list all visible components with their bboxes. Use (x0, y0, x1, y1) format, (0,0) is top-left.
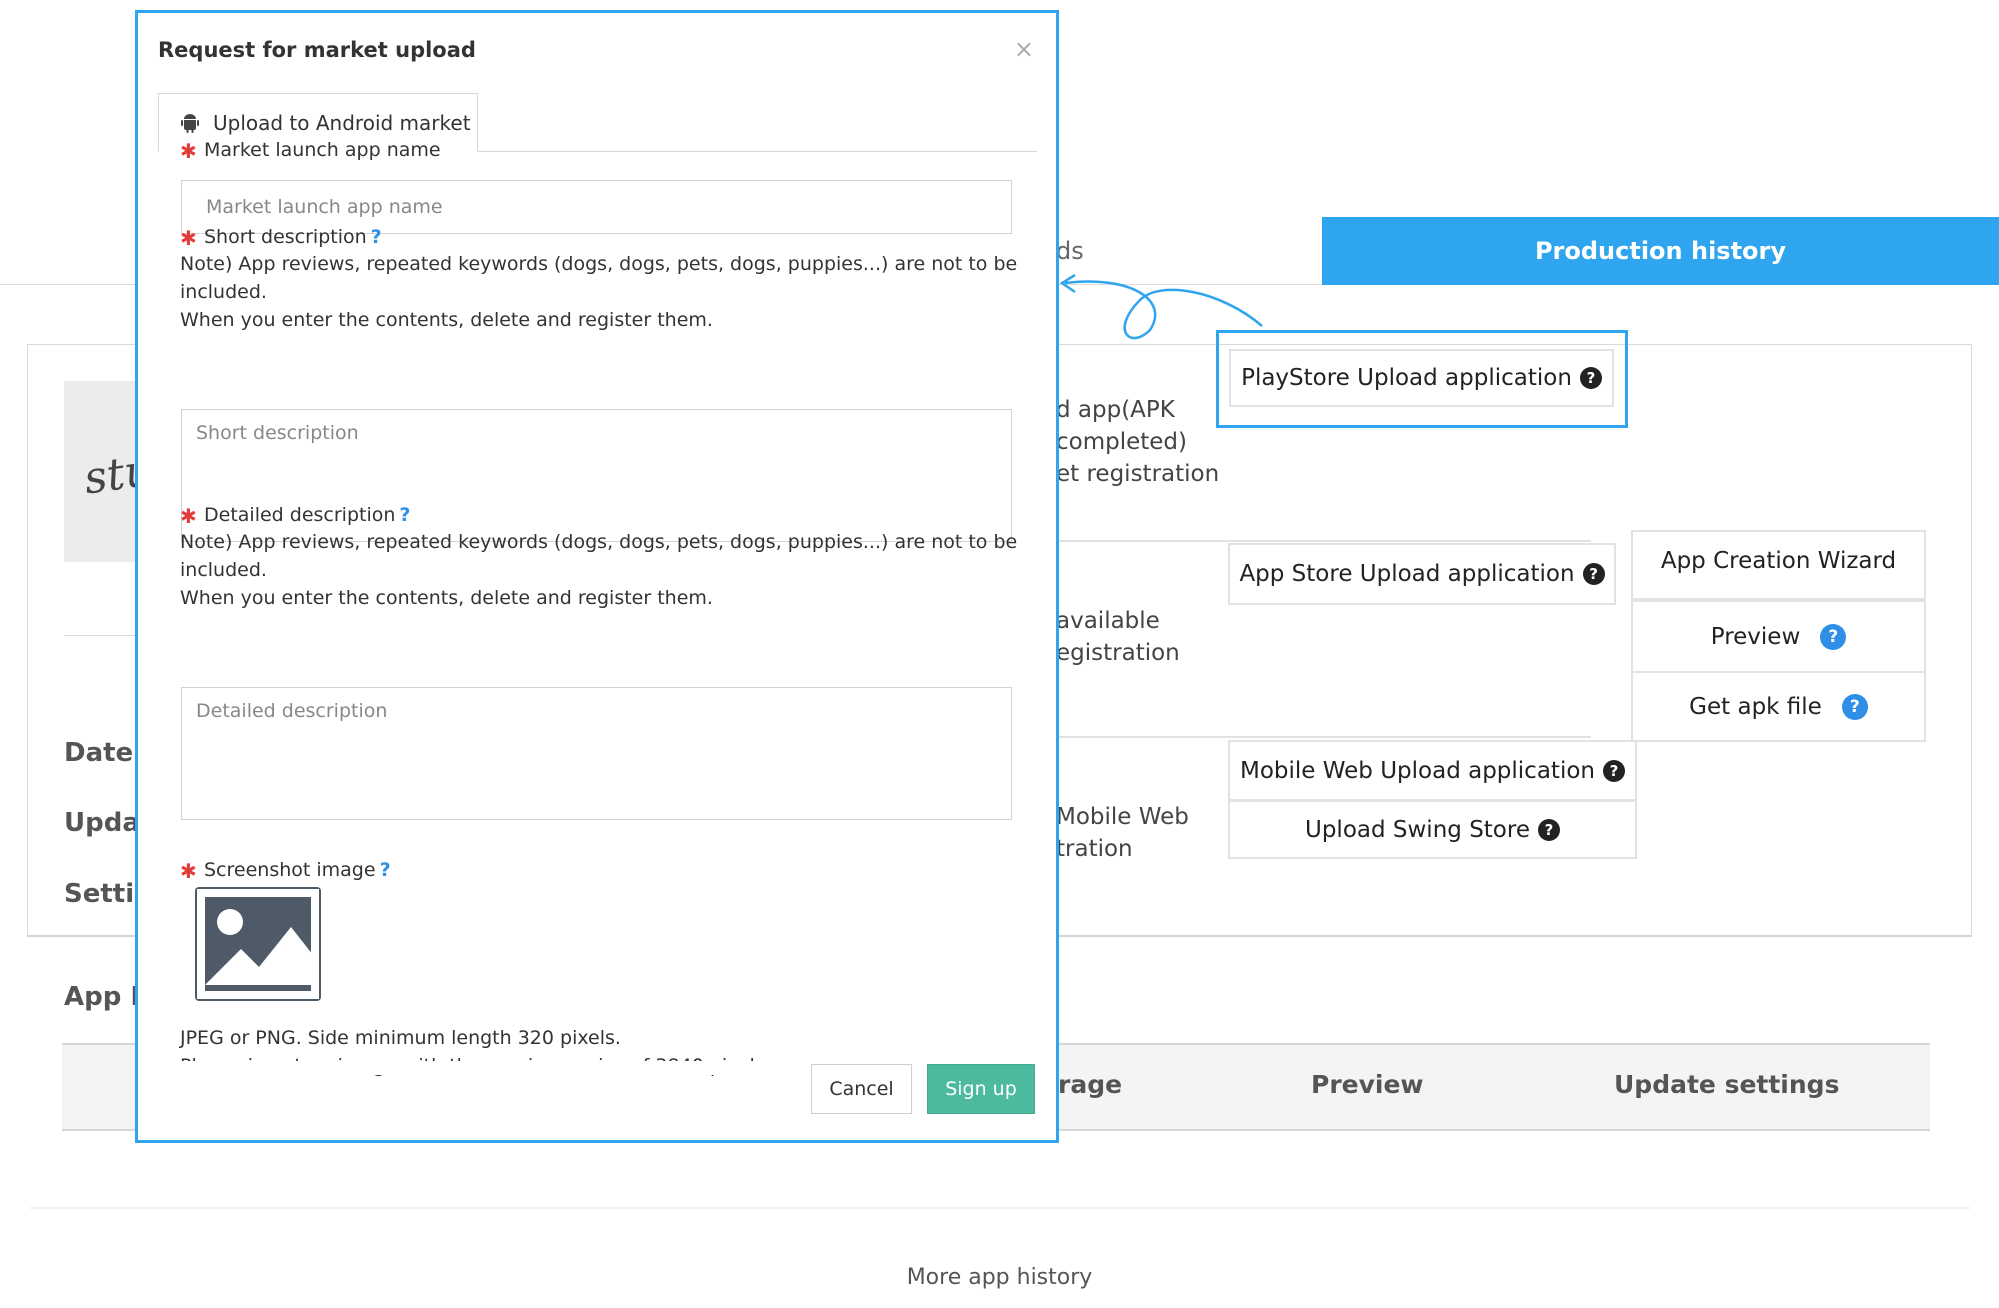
app-name-label: Market launch app name (204, 139, 441, 161)
image-placeholder-icon[interactable] (195, 887, 321, 1001)
detailed-description-input[interactable] (181, 687, 1012, 820)
dialog-title: Request for market upload (158, 38, 476, 62)
scroll-clip (138, 1061, 1056, 1075)
required-icon: ✱ (180, 504, 197, 528)
close-icon[interactable]: × (1014, 35, 1034, 63)
tab-label: Upload to Android market (213, 110, 471, 135)
short-description-note: Note) App reviews, repeated keywords (do… (180, 253, 1018, 331)
android-icon (181, 113, 199, 133)
sign-up-button[interactable]: Sign up (927, 1064, 1035, 1114)
required-icon: ✱ (180, 859, 197, 883)
detailed-description-note: Note) App reviews, repeated keywords (do… (180, 531, 1018, 609)
short-description-label: Short description? (204, 226, 382, 248)
image-hint: JPEG or PNG. Side minimum length 320 pix… (180, 1027, 621, 1049)
help-icon[interactable]: ? (380, 859, 391, 881)
help-icon[interactable]: ? (399, 504, 410, 526)
cancel-button[interactable]: Cancel (811, 1064, 912, 1114)
market-upload-dialog: Request for market upload × Upload to An… (135, 10, 1059, 1143)
required-icon: ✱ (180, 139, 197, 163)
required-icon: ✱ (180, 226, 197, 250)
detailed-description-label: Detailed description? (204, 504, 411, 526)
screenshot-label: Screenshot image? (204, 859, 391, 881)
help-icon[interactable]: ? (371, 226, 382, 248)
